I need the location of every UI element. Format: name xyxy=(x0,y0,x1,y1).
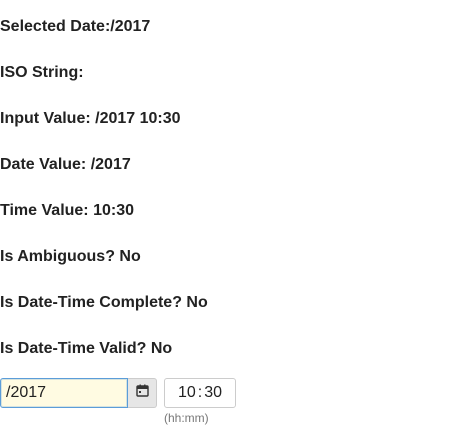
is-complete-label: Is Date-Time Complete? No xyxy=(0,294,208,311)
calendar-button[interactable] xyxy=(128,378,157,408)
hours-segment[interactable]: 10 xyxy=(177,384,197,402)
time-format-hint: (hh:mm) xyxy=(164,411,209,425)
date-input[interactable] xyxy=(0,378,128,408)
input-value-label: Input Value: /2017 10:30 xyxy=(0,110,181,127)
iso-string-label: ISO String: xyxy=(0,64,84,81)
minutes-segment[interactable]: 30 xyxy=(203,384,223,402)
is-valid-label: Is Date-Time Valid? No xyxy=(0,340,173,357)
time-value-label: Time Value: 10:30 xyxy=(0,202,134,219)
date-picker xyxy=(0,378,157,408)
time-picker: 10:30 (hh:mm) xyxy=(164,378,236,425)
calendar-icon xyxy=(135,384,149,402)
selected-date-label: Selected Date:/2017 xyxy=(0,18,151,35)
date-value-label: Date Value: /2017 xyxy=(0,156,131,173)
is-ambiguous-label: Is Ambiguous? No xyxy=(0,248,141,265)
time-input[interactable]: 10:30 xyxy=(164,378,236,408)
